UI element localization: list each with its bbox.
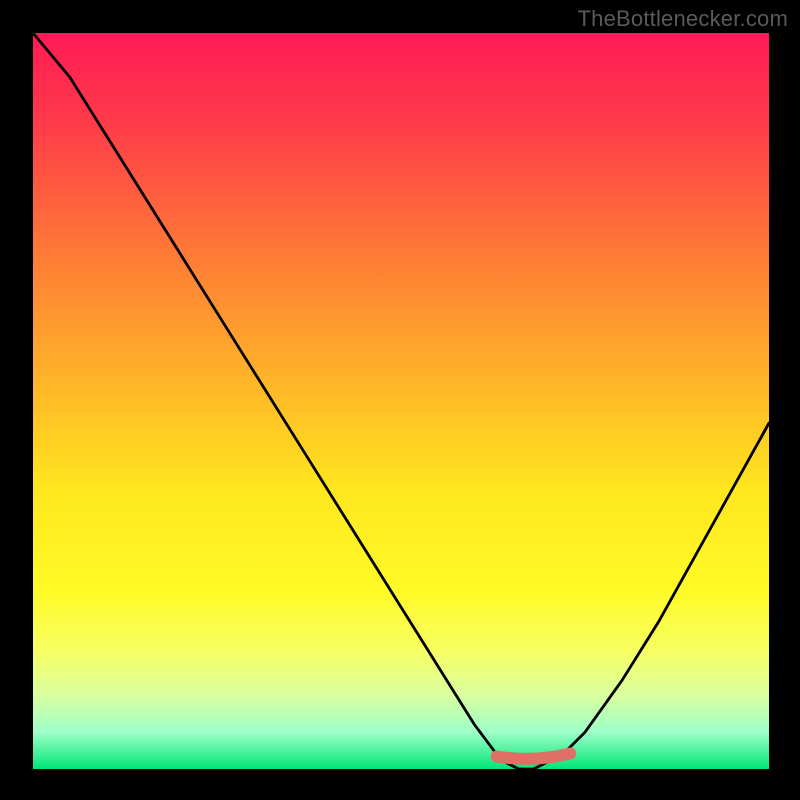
chart-svg (33, 33, 769, 769)
plot-area (33, 33, 769, 769)
chart-frame: TheBottlenecker.com (0, 0, 800, 800)
watermark: TheBottlenecker.com (578, 6, 788, 32)
